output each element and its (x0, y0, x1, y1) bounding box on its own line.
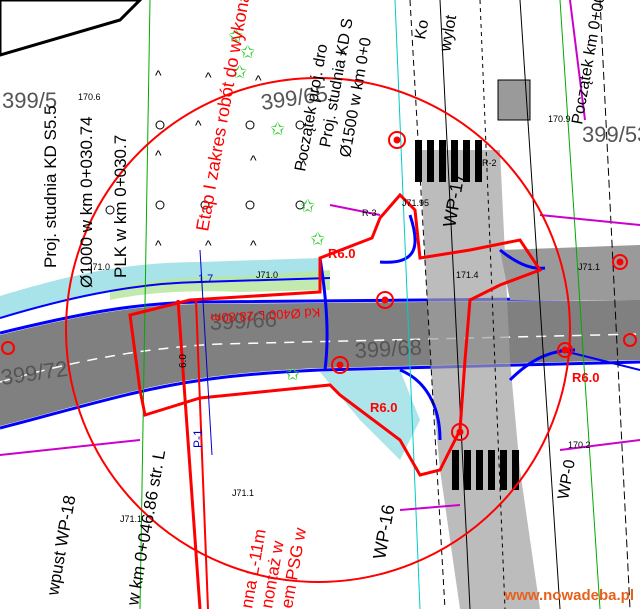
svg-text:^: ^ (205, 69, 212, 85)
label-ko: Ko (412, 18, 432, 40)
svg-text:^: ^ (205, 237, 212, 253)
label-elev-1711c: J71.1 (120, 514, 142, 524)
label-r2: R-2 (482, 158, 497, 168)
label-proj-kd-s5: Proj. studnia KD S5.5 (41, 105, 60, 268)
label-elev-1795: J71.95 (402, 198, 429, 208)
site-plan-drawing: ^ ^ ^ ^ ^ ^ ^ ^ ^ ^^ ✩ ✩ ✩ ✩ ✩ ✩ ✩ 399/5… (0, 0, 640, 609)
svg-text:✩: ✩ (310, 229, 325, 250)
svg-text:^: ^ (250, 237, 257, 253)
label-r6-right: R6.0 (572, 370, 599, 385)
label-dim-60: 6.0 (178, 354, 189, 368)
svg-text:^: ^ (155, 147, 162, 163)
label-plk: PLK w km 0+030.7 (111, 135, 130, 278)
label-elev-1711: J71.1 (578, 262, 600, 272)
svg-text:✩: ✩ (285, 364, 300, 385)
svg-text:^: ^ (250, 152, 257, 168)
svg-text:✩: ✩ (270, 119, 285, 140)
label-r6-bottom: R6.0 (370, 400, 397, 415)
svg-text:^: ^ (195, 117, 202, 133)
label-elev-1711b: J71.1 (232, 488, 254, 498)
label-elev-1710: J71.0 (88, 262, 110, 272)
watermark: www.nowadeba.pl (504, 587, 634, 604)
label-elev-1702: 170.2 (568, 440, 591, 450)
label-dim-17: 1.7 (198, 273, 213, 285)
label-elev-1714: 171.4 (456, 270, 479, 280)
label-elev-1710b: J71.0 (256, 270, 278, 280)
label-elev-1709: 170.9 (548, 114, 571, 124)
label-elev-1706: 170.6 (78, 92, 101, 102)
parcel-label-39968: 399/68 (354, 335, 423, 363)
label-r3: R-3 (362, 208, 377, 218)
svg-text:^: ^ (155, 237, 162, 253)
label-r6-top: R6.0 (328, 246, 355, 261)
crossroad-east (500, 245, 640, 300)
parcel-label-39953: 399/53 (582, 122, 640, 147)
label-p1: P-1 (191, 429, 205, 448)
svg-text:^: ^ (155, 67, 162, 83)
svg-text:✩: ✩ (300, 196, 315, 217)
